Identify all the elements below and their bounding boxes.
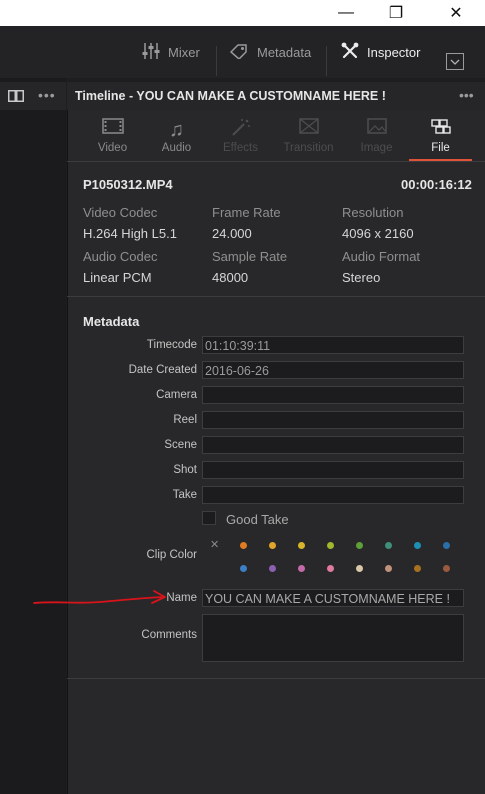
clip-color-label: Clip Color xyxy=(146,549,198,561)
shot-label: Shot xyxy=(173,464,197,476)
audio-format-value: Stereo xyxy=(342,270,381,285)
sample-rate-label: Sample Rate xyxy=(212,249,288,264)
shot-field[interactable] xyxy=(202,461,464,479)
tag-icon xyxy=(229,43,249,62)
tab-image-label: Image xyxy=(360,142,393,154)
tab-image[interactable]: Image xyxy=(345,118,408,162)
tab-transition[interactable]: Transition xyxy=(277,118,340,162)
clip-color-swatch[interactable] xyxy=(356,565,363,572)
video-codec-label: Video Codec xyxy=(83,205,158,220)
clip-color-swatch[interactable] xyxy=(298,542,305,549)
tab-file[interactable]: File xyxy=(409,118,472,162)
scene-field[interactable] xyxy=(202,436,464,454)
frame-rate-value: 24.000 xyxy=(212,226,252,241)
clip-color-swatch[interactable] xyxy=(443,565,450,572)
clip-color-swatch[interactable] xyxy=(240,565,247,572)
tab-video-label: Video xyxy=(97,142,128,154)
divider xyxy=(67,161,485,162)
dual-view-icon[interactable] xyxy=(8,89,24,107)
clip-color-swatch[interactable] xyxy=(327,542,334,549)
tab-file-label: File xyxy=(431,142,450,154)
chevron-down-icon xyxy=(450,59,460,65)
clip-color-swatch[interactable] xyxy=(385,565,392,572)
reel-label: Reel xyxy=(173,414,197,426)
scene-label: Scene xyxy=(164,439,197,451)
video-codec-value: H.264 High L5.1 xyxy=(83,226,177,241)
date-created-field[interactable]: 2016-06-26 xyxy=(202,361,464,379)
resolution-label: Resolution xyxy=(342,205,404,220)
mixer-button[interactable]: Mixer xyxy=(142,26,200,78)
reel-field[interactable] xyxy=(202,411,464,429)
timecode-label: Timecode xyxy=(146,339,197,351)
resolution-value: 4096 x 2160 xyxy=(342,226,414,241)
audio-format-label: Audio Format xyxy=(342,249,421,264)
clip-color-swatch[interactable] xyxy=(298,565,305,572)
file-name: P1050312.MP4 xyxy=(83,177,173,192)
tab-audio-label: Audio xyxy=(161,142,192,154)
file-cubes-icon xyxy=(409,118,472,142)
inspector-button[interactable]: Inspector xyxy=(341,26,420,78)
magic-wand-icon xyxy=(209,118,272,142)
clip-color-swatch[interactable] xyxy=(414,565,421,572)
tools-icon xyxy=(341,42,359,63)
divider xyxy=(67,678,485,679)
mixer-sliders-icon xyxy=(142,42,160,63)
clip-color-swatch[interactable] xyxy=(240,542,247,549)
inspector-label: Inspector xyxy=(367,44,421,60)
audio-codec-value: Linear PCM xyxy=(83,270,152,285)
clip-color-swatch[interactable] xyxy=(414,542,421,549)
tab-transition-label: Transition xyxy=(283,142,334,154)
frame-rate-label: Frame Rate xyxy=(212,205,281,220)
clip-color-swatch[interactable] xyxy=(443,542,450,549)
tab-audio[interactable]: ♫ Audio xyxy=(145,118,208,162)
tab-video[interactable]: Video xyxy=(81,118,144,162)
maximize-button[interactable]: ❐ xyxy=(376,0,416,26)
clip-color-swatch[interactable] xyxy=(327,565,334,572)
sample-rate-value: 48000 xyxy=(212,270,249,285)
metadata-button[interactable]: Metadata xyxy=(229,26,311,78)
close-button[interactable]: ✕ xyxy=(436,0,476,26)
no-color-icon[interactable]: ✕ xyxy=(210,538,219,551)
audio-codec-label: Audio Codec xyxy=(83,249,158,264)
clip-color-swatch[interactable] xyxy=(269,542,276,549)
tab-effects-label: Effects xyxy=(223,142,258,154)
take-label: Take xyxy=(172,489,197,501)
tab-effects[interactable]: Effects xyxy=(209,118,272,162)
comments-label: Comments xyxy=(141,629,197,641)
clip-color-swatch[interactable] xyxy=(385,542,392,549)
toolbar-divider xyxy=(326,46,327,76)
panel-options-button[interactable] xyxy=(446,53,464,70)
mixer-label: Mixer xyxy=(168,44,200,60)
timecode-field[interactable]: 01:10:39:11 xyxy=(202,336,464,354)
left-panel xyxy=(0,78,66,794)
transition-icon xyxy=(277,118,340,142)
camera-label: Camera xyxy=(156,389,197,401)
clip-color-swatch[interactable] xyxy=(269,565,276,572)
more-options-icon[interactable]: ••• xyxy=(459,88,474,102)
red-arrow-annotation xyxy=(33,590,166,604)
camera-field[interactable] xyxy=(202,386,464,404)
good-take-checkbox[interactable] xyxy=(202,511,216,525)
timeline-title: Timeline - YOU CAN MAKE A CUSTOMNAME HER… xyxy=(75,89,386,103)
more-options-icon[interactable]: ••• xyxy=(38,88,56,102)
comments-field[interactable] xyxy=(202,614,464,662)
metadata-heading: Metadata xyxy=(83,314,140,329)
date-created-label: Date Created xyxy=(128,364,197,376)
file-duration: 00:00:16:12 xyxy=(401,177,472,192)
film-icon xyxy=(81,118,144,142)
divider xyxy=(67,296,485,297)
music-note-icon: ♫ xyxy=(169,119,184,141)
good-take-label: Good Take xyxy=(226,512,289,527)
minimize-button[interactable]: — xyxy=(326,0,366,26)
metadata-label: Metadata xyxy=(257,44,312,60)
image-icon xyxy=(345,118,408,142)
name-field[interactable]: YOU CAN MAKE A CUSTOMNAME HERE ! xyxy=(202,589,464,607)
take-field[interactable] xyxy=(202,486,464,504)
clip-color-swatch[interactable] xyxy=(356,542,363,549)
toolbar-divider xyxy=(216,46,217,76)
